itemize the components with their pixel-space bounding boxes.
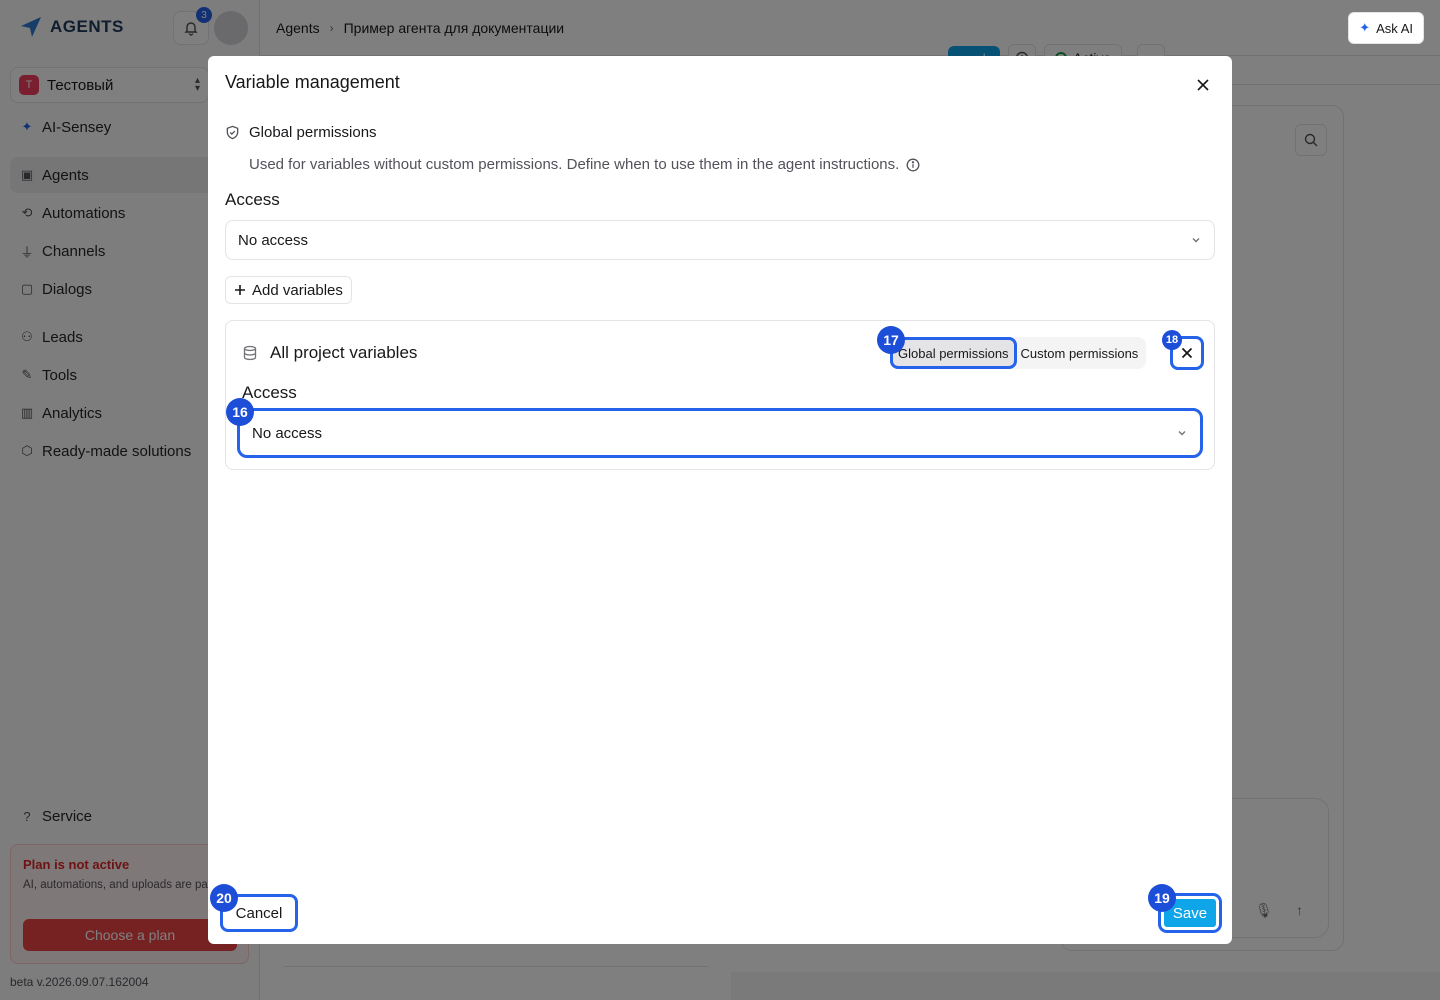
global-access-label: Access [225, 190, 280, 209]
annotation-badge-20: 20 [210, 884, 238, 912]
plus-icon [235, 285, 245, 295]
close-button[interactable] [1194, 76, 1212, 94]
global-access-value: No access [238, 231, 309, 249]
annotation-badge-17: 17 [877, 326, 905, 354]
card-header: All project variables [242, 343, 417, 363]
annotation-badge-18: 18 [1162, 330, 1182, 350]
global-permissions-title: Global permissions [249, 124, 377, 141]
global-permissions-header: Global permissions [225, 124, 377, 141]
add-variables-label: Add variables [252, 281, 343, 299]
shield-check-icon [226, 125, 239, 140]
database-icon [243, 345, 257, 361]
ask-ai-button[interactable]: ✦ Ask AI [1348, 12, 1424, 44]
annotation-badge-16: 16 [226, 398, 254, 426]
card-access-value: No access [252, 424, 323, 442]
card-access-select[interactable]: No access [237, 408, 1203, 458]
annotation-badge-19: 19 [1148, 884, 1176, 912]
card-access-label: Access [242, 383, 297, 402]
close-icon [1197, 79, 1209, 91]
add-variables-button[interactable]: Add variables [225, 276, 352, 304]
chevron-down-icon [1190, 234, 1202, 246]
custom-permissions-option[interactable]: Custom permissions [1015, 339, 1145, 367]
dialog-title: Variable management [225, 72, 400, 92]
description-text: Used for variables without custom permis… [249, 156, 900, 173]
ask-ai-label: Ask AI [1376, 20, 1413, 36]
global-access-select[interactable]: No access [225, 220, 1215, 260]
global-permissions-option[interactable]: Global permissions [890, 337, 1017, 369]
sparkle-icon: ✦ [1359, 20, 1371, 35]
permission-mode-toggle: Global permissions Custom permissions [890, 337, 1147, 369]
chevron-down-icon [1176, 427, 1188, 439]
info-icon[interactable] [906, 158, 920, 172]
card-title: All project variables [270, 343, 418, 362]
variable-group-card: All project variables Global permissions… [225, 320, 1215, 470]
variable-management-dialog: Variable management Global permissions U… [208, 56, 1232, 944]
global-permissions-description: Used for variables without custom permis… [249, 156, 920, 173]
close-icon [1181, 347, 1193, 359]
